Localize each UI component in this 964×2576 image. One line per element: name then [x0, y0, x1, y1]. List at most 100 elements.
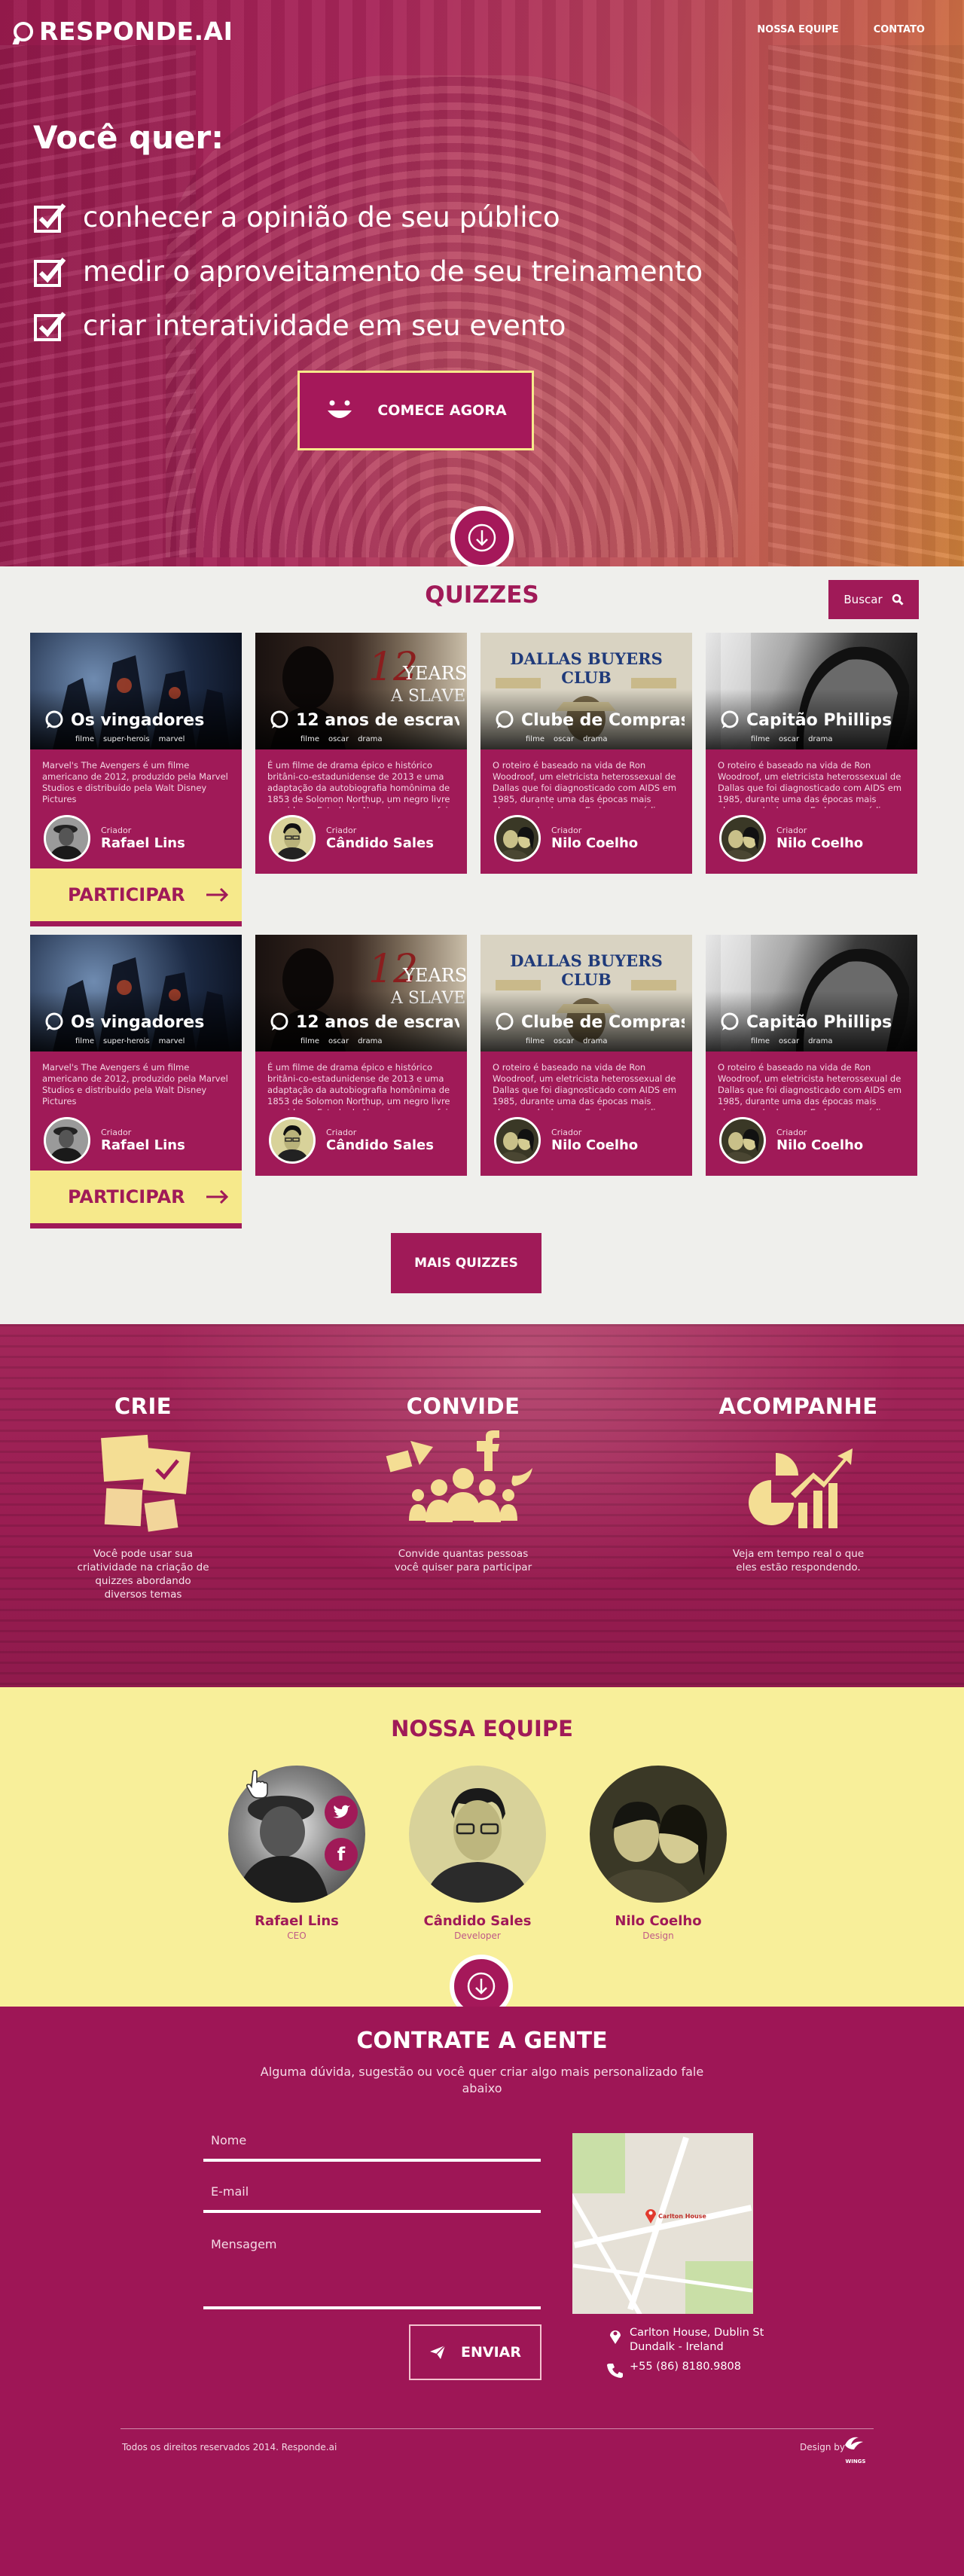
feature-title: CONVIDE — [406, 1393, 520, 1419]
creator-avatar — [719, 815, 766, 862]
comece-agora-button[interactable]: COMECE AGORA — [297, 371, 534, 450]
nav-link-contato[interactable]: CONTATO — [874, 24, 925, 35]
quiz-tag[interactable]: super-herois — [103, 735, 150, 743]
quiz-tag[interactable]: drama — [808, 1037, 832, 1045]
creator-name: Rafael Lins — [101, 835, 185, 851]
quiz-tag[interactable]: drama — [808, 735, 832, 743]
chat-bubble-icon — [721, 710, 739, 728]
location-map[interactable]: Carlton House — [572, 2133, 753, 2314]
quiz-description: É um filme de drama épico e histórico br… — [267, 1062, 450, 1110]
message-field[interactable]: Mensagem — [203, 2231, 541, 2309]
brand-name: RESPONDE.AI — [39, 17, 233, 46]
facebook-icon[interactable]: f — [325, 1838, 358, 1871]
quiz-tag[interactable]: drama — [583, 735, 607, 743]
creator-name: Rafael Lins — [101, 1137, 185, 1153]
creator-label: Criador — [326, 1128, 357, 1137]
quiz-card[interactable]: Capitão Phillips filme oscar drama O roteiro… — [706, 633, 917, 874]
map-pin-icon — [645, 2209, 656, 2223]
quiz-tag[interactable]: drama — [358, 1037, 382, 1045]
quiz-creator: Criador Rafael Lins — [30, 808, 242, 868]
checklist-item: criar interatividade em seu evento — [33, 298, 703, 353]
quiz-tag[interactable]: filme — [526, 735, 545, 743]
quiz-tag[interactable]: marvel — [159, 1037, 185, 1045]
quiz-title: 12 anos de escravidão — [296, 1012, 459, 1032]
quiz-tag[interactable]: super-herois — [103, 1037, 150, 1045]
quiz-tag[interactable]: filme — [526, 1037, 545, 1045]
quiz-tag[interactable]: drama — [583, 1037, 607, 1045]
quiz-tags: filme oscar drama — [526, 1037, 608, 1045]
scroll-down-button[interactable] — [450, 506, 514, 566]
quiz-card[interactable]: DALLAS BUYERS CLUBClube de Compras Dalla… — [480, 935, 692, 1176]
quiz-title: 12 anos de escravidão — [296, 710, 459, 730]
twitter-icon[interactable] — [325, 1796, 358, 1829]
mais-quizzes-button[interactable]: MAIS QUIZZES — [391, 1233, 541, 1293]
quiz-tags: filme super-herois marvel — [75, 735, 185, 743]
wings-label: WINGS — [845, 2458, 866, 2465]
quiz-card[interactable]: 12YEARSA SLAVE12 anos de escravidãofilme… — [255, 633, 467, 874]
participar-label: PARTICIPAR — [68, 884, 185, 905]
team-member-nilo[interactable]: Nilo Coelho Design — [583, 1766, 734, 1941]
creator-label: Criador — [101, 1128, 132, 1137]
wings-icon — [845, 2437, 863, 2449]
enviar-label: ENVIAR — [461, 2344, 521, 2361]
checklist-item-text: criar interatividade em seu evento — [83, 309, 566, 342]
name-field[interactable]: Nome — [203, 2127, 541, 2162]
enviar-button[interactable]: ENVIAR — [409, 2324, 541, 2380]
quiz-tag[interactable]: drama — [358, 735, 382, 743]
quiz-card[interactable]: 12YEARSA SLAVE12 anos de escravidãofilme… — [255, 935, 467, 1176]
quiz-description: Marvel's The Avengers é um filme america… — [42, 1062, 228, 1106]
participar-button[interactable]: PARTICIPAR — [30, 868, 242, 921]
creator-label: Criador — [776, 826, 807, 835]
quiz-tag[interactable]: oscar — [554, 735, 574, 743]
chat-bubble-icon — [45, 1012, 63, 1030]
brand-logo[interactable]: RESPONDE.AI — [14, 17, 233, 46]
team-member-rafael[interactable]: f Rafael Lins CEO — [221, 1766, 372, 1941]
quiz-description: O roteiro é baseado na vida de Ron Woodr… — [493, 1062, 677, 1110]
quiz-tag[interactable]: filme — [300, 1037, 319, 1045]
quiz-tag[interactable]: filme — [751, 735, 770, 743]
quiz-tag[interactable]: filme — [300, 735, 319, 743]
buscar-button[interactable]: Buscar — [828, 580, 919, 619]
team-section: NOSSA EQUIPE f Rafael Lins CEO Cândido S… — [0, 1687, 964, 2018]
feature-text: Convide quantas pessoas você quiser para… — [394, 1548, 532, 1573]
checkbox-checked-icon — [33, 255, 66, 288]
quiz-title: Os vingadores — [71, 1012, 205, 1032]
quiz-tag[interactable]: oscar — [554, 1037, 574, 1045]
quiz-tag[interactable]: marvel — [159, 735, 185, 743]
email-field[interactable]: E-mail — [203, 2178, 541, 2213]
team-title: NOSSA EQUIPE — [391, 1716, 573, 1741]
footer-copyright: Todos os direitos reservados 2014. Respo… — [122, 2442, 337, 2452]
quiz-tag[interactable]: filme — [75, 1037, 94, 1045]
quiz-card[interactable]: DALLAS BUYERS CLUBClube de Compras Dalla… — [480, 633, 692, 874]
quiz-creator: Criador Nilo Coelho — [706, 1110, 917, 1170]
team-member-role: CEO — [287, 1930, 307, 1941]
quiz-tag[interactable]: oscar — [779, 1037, 799, 1045]
team-member-name: Cândido Sales — [423, 1913, 532, 1929]
team-member-candido[interactable]: Cândido Sales Developer — [402, 1766, 553, 1941]
creator-avatar — [269, 815, 316, 862]
quiz-card[interactable]: Os vingadores filme super-herois marvel Marv… — [30, 935, 242, 1228]
features-section: CRIE Você pode usar sua criatividade na … — [0, 1324, 964, 1687]
quiz-creator: Criador Nilo Coelho — [706, 808, 917, 868]
quiz-tag[interactable]: oscar — [328, 1037, 349, 1045]
creator-label: Criador — [551, 1128, 582, 1137]
quiz-tags: filme oscar drama — [300, 1037, 383, 1045]
people-social-icon — [343, 1419, 584, 1547]
quiz-tag[interactable]: oscar — [779, 735, 799, 743]
quiz-tag[interactable]: oscar — [328, 735, 349, 743]
quiz-tag[interactable]: filme — [75, 735, 94, 743]
participar-button[interactable]: PARTICIPAR — [30, 1170, 242, 1223]
creator-label: Criador — [551, 826, 582, 835]
quiz-card[interactable]: Capitão Phillips filme oscar drama O roteiro… — [706, 935, 917, 1176]
team-member-name: Nilo Coelho — [615, 1913, 702, 1929]
quiz-tag[interactable]: filme — [751, 1037, 770, 1045]
chat-bubble-icon — [721, 1012, 739, 1030]
feature-text: Você pode usar sua criatividade na criaç… — [77, 1548, 209, 1601]
quiz-card[interactable]: Os vingadores filme super-herois marvel Marv… — [30, 633, 242, 926]
quiz-tags: filme oscar drama — [751, 735, 833, 743]
nav-link-nossa-equipe[interactable]: NOSSA EQUIPE — [757, 24, 838, 35]
creator-name: Nilo Coelho — [551, 835, 639, 851]
chat-bubble-logo-icon — [14, 21, 33, 41]
wings-logo[interactable]: WINGS — [842, 2434, 869, 2465]
top-nav: NOSSA EQUIPE CONTATO — [757, 24, 925, 35]
